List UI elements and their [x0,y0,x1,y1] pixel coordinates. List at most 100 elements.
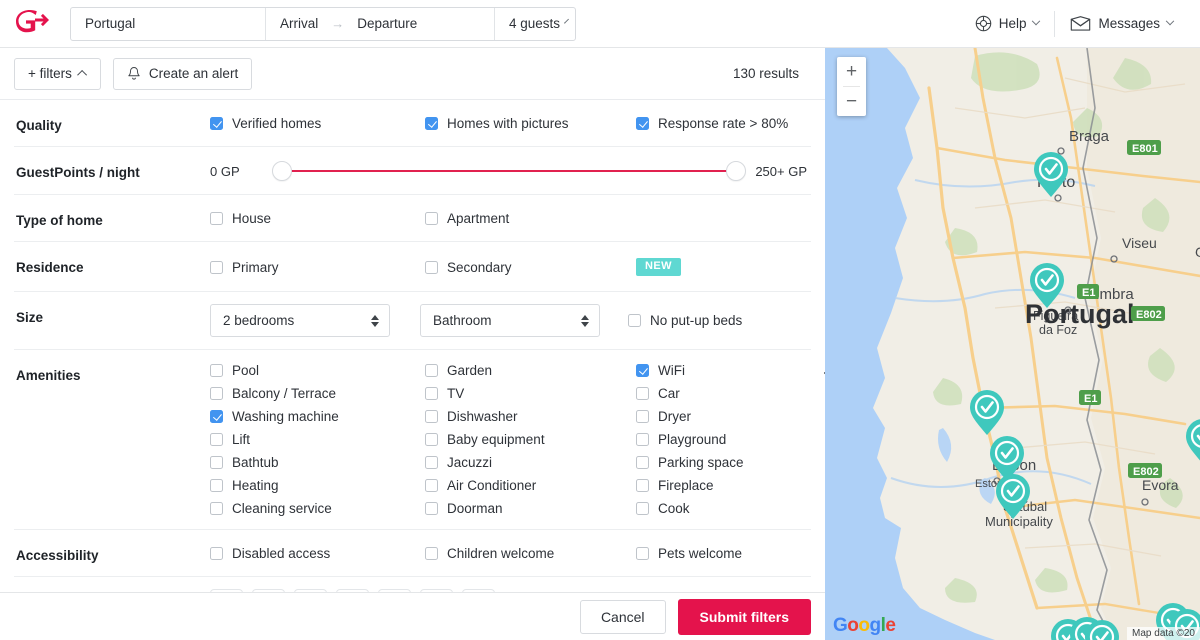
checkbox-dishwasher[interactable]: Dishwasher [425,409,636,424]
checkbox-playground[interactable]: Playground [636,432,825,447]
checkbox-pool[interactable]: Pool [210,363,425,378]
filter-toolbar: + filters Create an alert 130 results [0,48,825,100]
slider-handle-max[interactable] [726,161,747,181]
checkbox-cleaning-service[interactable]: Cleaning service [210,501,425,516]
create-alert-button[interactable]: Create an alert [112,57,253,90]
map-zoom-out-button[interactable]: − [837,87,866,116]
google-letter-g1: G [833,615,848,636]
checkbox-apartment[interactable]: Apartment [425,211,636,226]
checkbox-box [636,117,649,130]
checkbox-label: Secondary [447,259,512,275]
app-header: Portugal Arrival → Departure 4 guests He… [0,0,1200,48]
checkbox-homes-with-pictures[interactable]: Homes with pictures [425,116,636,131]
help-menu[interactable]: Help [960,7,1055,41]
checkbox-verified-homes[interactable]: Verified homes [210,116,425,131]
checkbox-children-welcome[interactable]: Children welcome [425,546,636,561]
chevron-down-icon [564,18,570,24]
checkbox-box [425,212,438,225]
checkbox-tv[interactable]: TV [425,386,636,401]
map-canvas: Braga Porto Viseu Guarda Coimbra Figueir… [825,48,1200,640]
checkbox-disabled-access[interactable]: Disabled access [210,546,425,561]
search-dates-field[interactable]: Arrival → Departure [266,8,494,40]
checkbox-label: Primary [232,259,279,275]
size-label: Size [16,310,44,325]
checkbox-balcony-terrace[interactable]: Balcony / Terrace [210,386,425,401]
checkbox-wifi[interactable]: WiFi [636,363,825,378]
bathroom-value: Bathroom [433,313,492,328]
checkbox-label: Balcony / Terrace [232,386,337,401]
checkbox-box [210,547,223,560]
checkbox-garden[interactable]: Garden [425,363,636,378]
map-label-portugal: Portugal [1025,299,1135,329]
checkbox-label: Garden [447,363,493,378]
arrow-right-icon: → [331,16,345,31]
checkbox-lift[interactable]: Lift [210,432,425,447]
map-panel[interactable]: Braga Porto Viseu Guarda Coimbra Figueir… [825,48,1200,640]
messages-label: Messages [1098,16,1160,31]
map-zoom-in-button[interactable]: + [837,57,866,86]
checkbox-baby-equipment[interactable]: Baby equipment [425,432,636,447]
bathroom-select[interactable]: Bathroom [420,304,600,337]
map-label-evora: Evora [1142,477,1179,493]
create-alert-label: Create an alert [148,66,239,81]
checkbox-label: Heating [232,478,279,493]
checkbox-label: Parking space [658,455,744,470]
google-letter-o2: o [858,615,870,636]
toggle-filters-button[interactable]: + filters [14,57,101,90]
search-bar: Portugal Arrival → Departure 4 guests [70,6,576,41]
map-label-braga: Braga [1069,128,1110,145]
guesttoguest-logo[interactable] [14,8,52,40]
checkbox-no-putup-beds[interactable]: No put-up beds [628,313,742,328]
checkbox-label: No put-up beds [650,313,743,328]
svg-text:E1: E1 [1084,393,1097,405]
checkbox-doorman[interactable]: Doorman [425,501,636,516]
stepper-icon [371,314,379,327]
submit-filters-button[interactable]: Submit filters [677,598,811,635]
search-guests-select[interactable]: 4 guests [495,8,575,40]
checkbox-response-rate[interactable]: Response rate > 80% [636,116,825,131]
checkbox-air-conditioner[interactable]: Air Conditioner [425,478,636,493]
checkbox-secondary[interactable]: Secondary [425,260,636,275]
filter-row-accessibility: Accessibility Disabled access Children w… [14,530,811,577]
checkbox-box [425,364,438,377]
checkbox-box [425,479,438,492]
checkbox-label: Baby equipment [447,432,545,447]
checkbox-heating[interactable]: Heating [210,478,425,493]
checkbox-label: House [232,211,272,226]
search-location-input[interactable]: Portugal [71,8,265,40]
checkbox-label: Bathtub [232,455,279,470]
envelope-icon [1071,16,1091,31]
checkbox-fireplace[interactable]: Fireplace [636,478,825,493]
checkbox-box [210,212,223,225]
guestpoints-slider[interactable]: 0 GP 250+ GP [210,161,811,181]
messages-menu[interactable]: Messages [1055,7,1188,41]
map-label-guarda: Guarda [1195,244,1200,260]
checkbox-jacuzzi[interactable]: Jacuzzi [425,455,636,470]
checkbox-box [210,502,223,515]
checkbox-box [210,433,223,446]
checkbox-cook[interactable]: Cook [636,501,825,516]
slider-handle-min[interactable] [272,161,292,181]
filter-row-amenities: Amenities Pool Balcony / Terrace Washing… [14,350,825,530]
google-letter-g2: g [869,615,882,636]
checkbox-washing-machine[interactable]: Washing machine [210,409,425,424]
cancel-button[interactable]: Cancel [579,599,666,634]
checkbox-pets-welcome[interactable]: Pets welcome [636,546,825,561]
checkbox-car[interactable]: Car [636,386,825,401]
checkbox-box [425,456,438,469]
checkbox-dryer[interactable]: Dryer [636,409,825,424]
slider-track[interactable] [272,161,747,181]
checkbox-label: Playground [658,432,727,447]
bedrooms-select[interactable]: 2 bedrooms [210,304,390,337]
checkbox-label: WiFi [658,363,685,378]
checkbox-primary[interactable]: Primary [210,260,425,275]
amenities-label: Amenities [16,368,81,383]
checkbox-bathtub[interactable]: Bathtub [210,455,425,470]
checkbox-parking-space[interactable]: Parking space [636,455,825,470]
checkbox-house[interactable]: House [210,211,425,226]
help-label: Help [998,16,1027,31]
amenities-column-2: Garden TV Dishwasher Baby equipment Jacu… [425,363,636,516]
checkbox-box [425,387,438,400]
checkbox-label: Homes with pictures [447,116,569,131]
svg-text:E801: E801 [1132,143,1158,155]
